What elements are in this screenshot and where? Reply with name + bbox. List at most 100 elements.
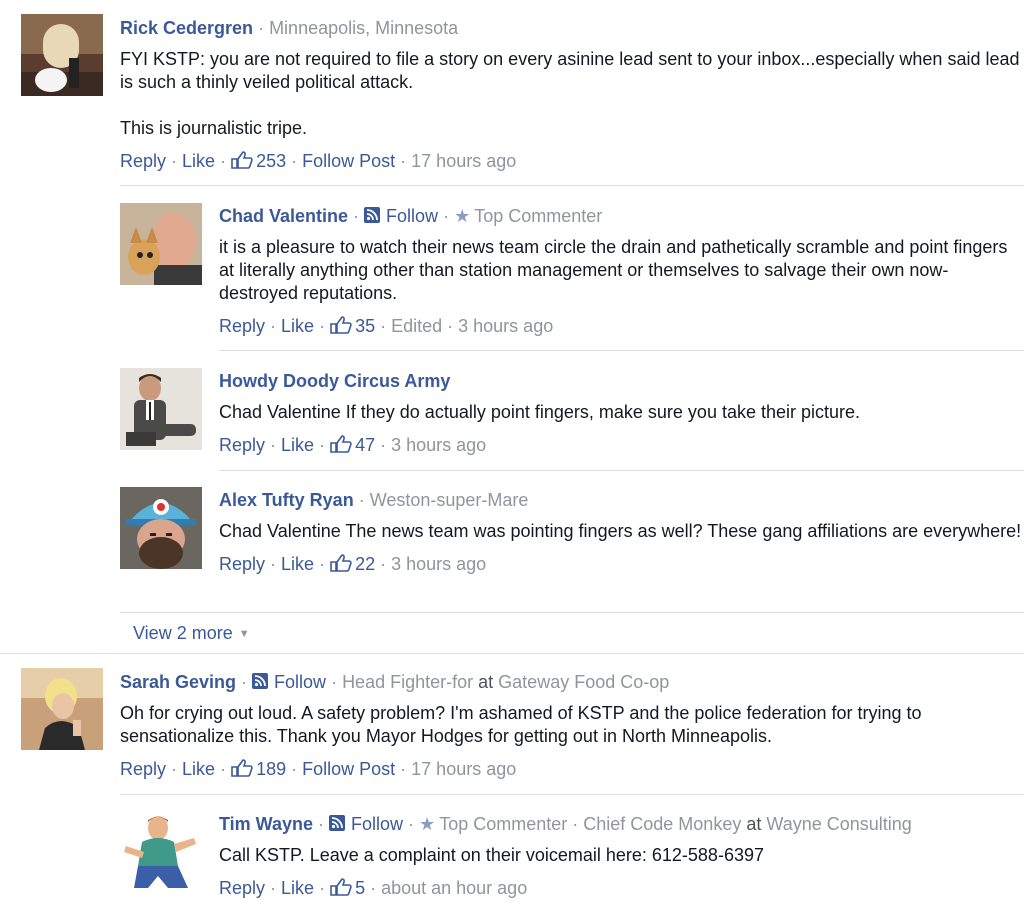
separator: · [270, 316, 277, 336]
separator: · [291, 151, 298, 171]
employer[interactable]: Wayne Consulting [766, 814, 911, 834]
comment-header: Howdy Doody Circus Army [219, 369, 1024, 393]
like-link[interactable]: Like [281, 316, 314, 336]
reply-link[interactable]: Reply [219, 878, 265, 898]
separator: · [270, 554, 277, 574]
follow-post-link[interactable]: Follow Post [302, 151, 395, 171]
comment-actions: Reply · Like · 189 · Follow Post · 17 hours ago [120, 757, 1024, 781]
timestamp[interactable]: 17 hours ago [411, 151, 516, 171]
thumbs-up-icon [231, 759, 253, 777]
author-name[interactable]: Howdy Doody Circus Army [219, 371, 450, 391]
like-count[interactable]: 35 [330, 316, 375, 336]
timestamp[interactable]: 3 hours ago [458, 316, 553, 336]
reply-link[interactable]: Reply [219, 554, 265, 574]
separator: · [319, 878, 326, 898]
like-count[interactable]: 253 [231, 151, 286, 171]
comment-actions: Reply · Like · 47 · 3 hours ago [219, 433, 1024, 457]
separator: · [319, 435, 326, 455]
thumbs-up-icon [231, 151, 253, 169]
separator: · [319, 316, 326, 336]
separator: · [258, 18, 265, 38]
separator: · [319, 554, 326, 574]
comment-text: FYI KSTP: you are not required to file a… [120, 48, 1024, 140]
author-name[interactable]: Rick Cedergren [120, 18, 253, 38]
avatar[interactable] [120, 368, 202, 450]
timestamp[interactable]: 3 hours ago [391, 554, 486, 574]
follow-label: Follow [274, 672, 327, 692]
at-label: at [478, 672, 494, 692]
rss-icon [252, 671, 269, 689]
follow-button[interactable]: Follow [364, 206, 438, 226]
job-title[interactable]: Chief Code Monkey [583, 814, 741, 834]
comment-text: Call KSTP. Leave a complaint on their vo… [219, 844, 1024, 867]
like-count-value: 22 [355, 554, 376, 574]
job-title[interactable]: Head Fighter-for [342, 672, 473, 692]
timestamp[interactable]: 3 hours ago [391, 435, 486, 455]
comment-header: Alex Tufty Ryan · Weston-super-Mare [219, 488, 1024, 512]
separator: · [270, 878, 277, 898]
like-link[interactable]: Like [182, 759, 215, 779]
follow-label: Follow [386, 206, 439, 226]
like-link[interactable]: Like [182, 151, 215, 171]
follow-post-link[interactable]: Follow Post [302, 759, 395, 779]
separator: · [171, 759, 178, 779]
like-count[interactable]: 5 [330, 878, 365, 898]
author-name[interactable]: Chad Valentine [219, 206, 348, 226]
author-name[interactable]: Alex Tufty Ryan [219, 490, 354, 510]
like-link[interactable]: Like [281, 878, 314, 898]
like-count-value: 189 [256, 759, 287, 779]
view-more-replies-link[interactable]: View 2 more ▼ [133, 621, 250, 646]
reply-link[interactable]: Reply [120, 759, 166, 779]
like-count[interactable]: 189 [231, 759, 286, 779]
separator: · [380, 435, 387, 455]
divider [120, 185, 1024, 186]
employer[interactable]: Gateway Food Co-op [498, 672, 669, 692]
separator: · [408, 814, 415, 834]
follow-button[interactable]: Follow [252, 672, 326, 692]
avatar[interactable] [21, 668, 103, 750]
like-count-value: 47 [355, 435, 376, 455]
avatar[interactable] [120, 487, 202, 569]
comment-paragraph: it is a pleasure to watch their news tea… [219, 237, 1008, 303]
avatar[interactable] [21, 14, 103, 96]
top-commenter-badge: Top Commenter [474, 206, 603, 226]
thumbs-up-icon [330, 435, 352, 453]
reply-link[interactable]: Reply [219, 435, 265, 455]
comment-text: Chad Valentine If they do actually point… [219, 401, 1024, 424]
star-icon: ★ [419, 814, 436, 834]
reply-link[interactable]: Reply [120, 151, 166, 171]
timestamp[interactable]: about an hour ago [381, 878, 527, 898]
avatar[interactable] [120, 810, 202, 892]
separator: · [291, 759, 298, 779]
separator: · [331, 672, 338, 692]
follow-button[interactable]: Follow [329, 814, 403, 834]
avatar[interactable] [120, 203, 202, 285]
comment-actions: Reply · Like · 253 · Follow Post · 17 hours ago [120, 149, 1024, 173]
like-link[interactable]: Like [281, 554, 314, 574]
view-more-label: View 2 more [133, 623, 233, 643]
comment-actions: Reply · Like · 5 · about an hour ago [219, 876, 1024, 900]
separator: · [358, 490, 365, 510]
comment-paragraph: Chad Valentine The news team was pointin… [219, 521, 1022, 541]
comment-text: Chad Valentine The news team was pointin… [219, 520, 1024, 543]
separator: · [400, 151, 407, 171]
comment-header: Chad Valentine · Follow · ★ Top Commenter [219, 204, 1024, 228]
reply-link[interactable]: Reply [219, 316, 265, 336]
author-name[interactable]: Sarah Geving [120, 672, 236, 692]
like-link[interactable]: Like [281, 435, 314, 455]
comment-paragraph: This is journalistic tripe. [120, 118, 308, 138]
like-count-value: 253 [256, 151, 287, 171]
divider [120, 794, 1024, 795]
author-name[interactable]: Tim Wayne [219, 814, 313, 834]
rss-icon [364, 205, 381, 223]
separator: · [220, 151, 227, 171]
like-count[interactable]: 22 [330, 554, 375, 574]
chevron-down-icon: ▼ [238, 628, 250, 640]
comment-paragraph: Chad Valentine If they do actually point… [219, 402, 861, 422]
timestamp[interactable]: 17 hours ago [411, 759, 516, 779]
comment-header: Rick Cedergren · Minneapolis, Minnesota [120, 16, 1024, 40]
like-count[interactable]: 47 [330, 435, 375, 455]
separator: · [400, 759, 407, 779]
separator: · [241, 672, 248, 692]
edited-label[interactable]: Edited [391, 316, 442, 336]
